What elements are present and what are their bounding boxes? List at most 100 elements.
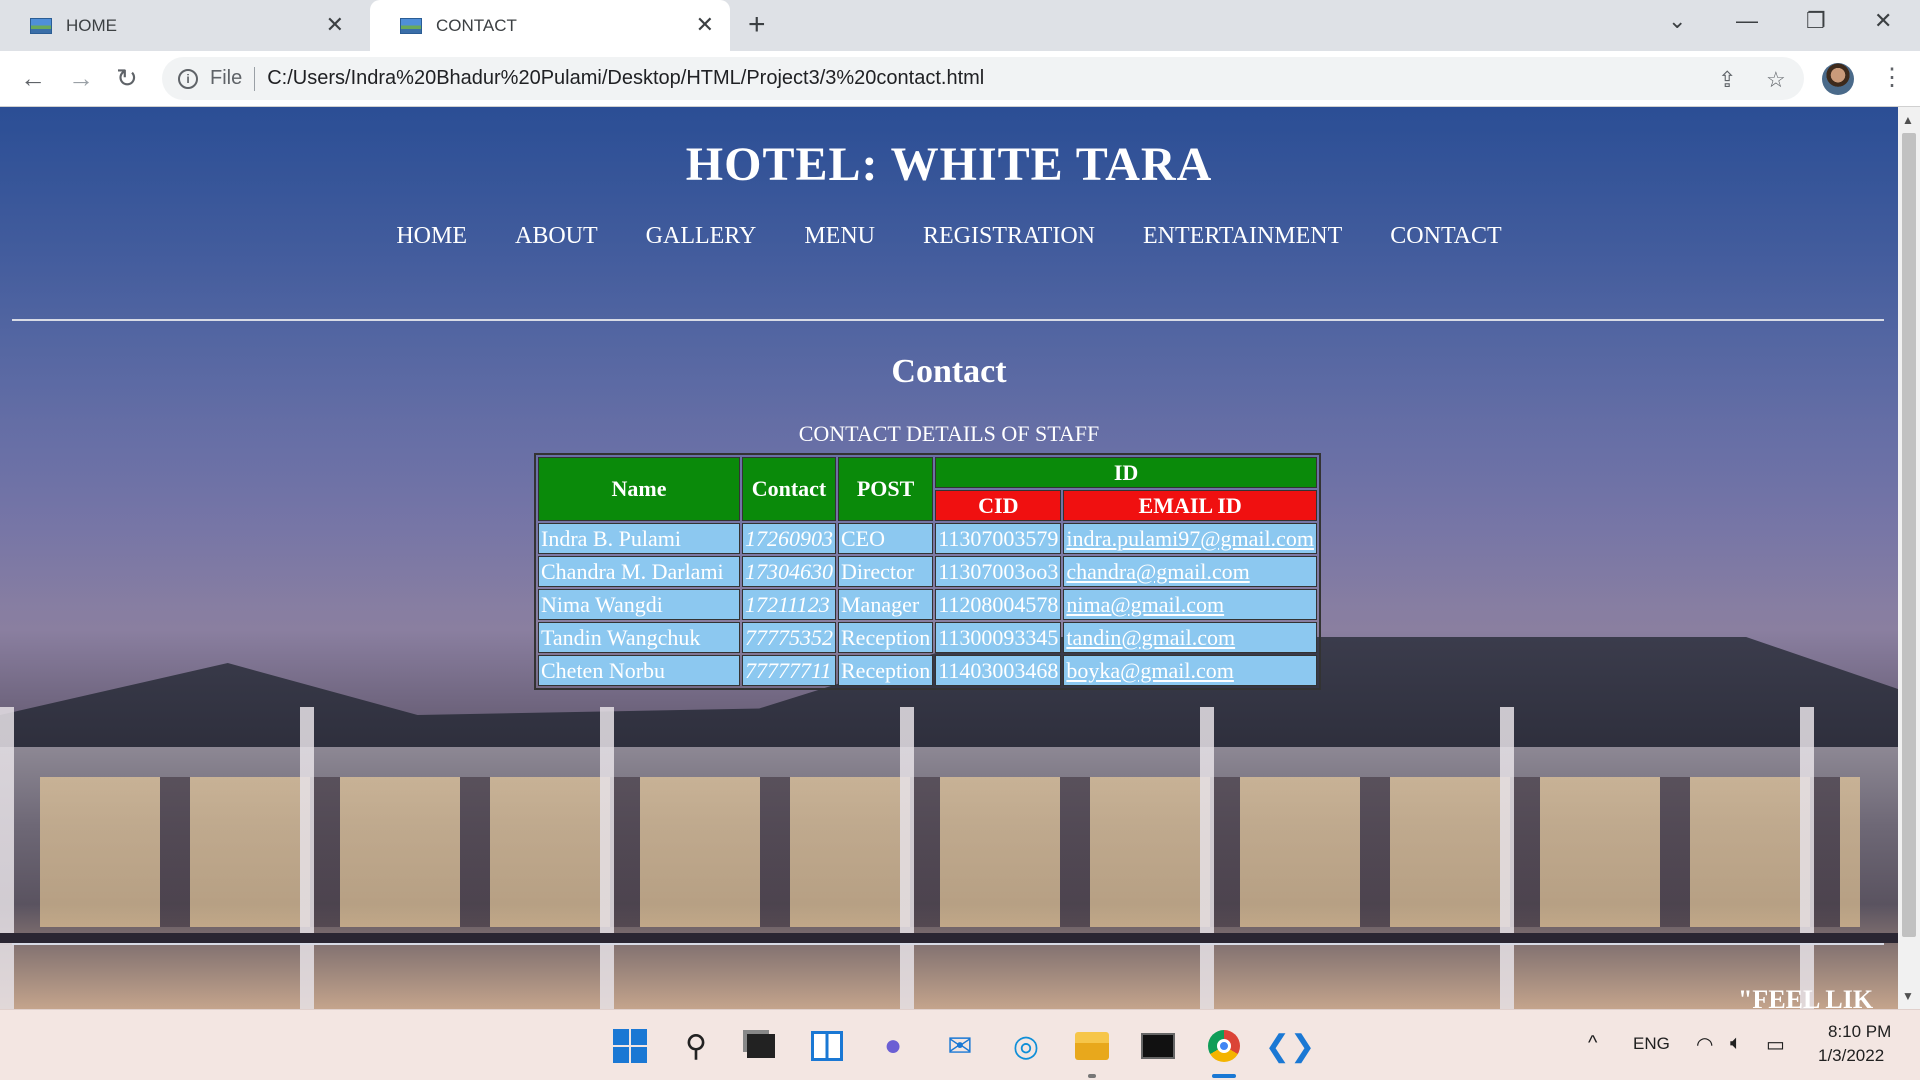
horizontal-rule [12,319,1884,321]
forward-icon[interactable]: → [68,63,94,93]
scroll-down-arrow-icon[interactable]: ▼ [1902,989,1914,1003]
cell-email: boyka@gmail.com [1063,655,1317,686]
back-icon[interactable]: ← [20,63,46,93]
cell-cid: 11307003oo3 [935,556,1062,587]
minimize-icon[interactable]: — [1736,8,1758,34]
page-content: HOTEL: WHITE TARA HOME ABOUT GALLERY MEN… [0,107,1898,1009]
nav-registration[interactable]: REGISTRATION [923,223,1095,250]
window-close-icon[interactable]: ✕ [1874,8,1892,34]
tab-search-chevron-icon[interactable]: ⌄ [1668,8,1686,34]
terminal-icon[interactable] [1139,1027,1177,1065]
widgets-icon[interactable] [808,1027,846,1065]
vscode-icon[interactable]: ❮❯ [1265,1027,1315,1065]
volume-icon[interactable]: 🔈︎ [1730,1032,1742,1055]
tab-strip: HOME ✕ CONTACT ✕ + ⌄ — ❐ ✕ [0,0,1920,51]
language-indicator[interactable]: ENG [1633,1034,1670,1054]
email-link[interactable]: boyka@gmail.com [1066,658,1234,683]
scroll-up-arrow-icon[interactable]: ▲ [1902,113,1914,127]
running-indicator [1088,1074,1096,1078]
kebab-menu-icon[interactable]: ⋮ [1880,61,1904,95]
scroll-thumb[interactable] [1902,133,1916,937]
table-caption: CONTACT DETAILS OF STAFF [798,421,1100,446]
email-link[interactable]: tandin@gmail.com [1066,625,1235,650]
profile-avatar[interactable] [1822,63,1854,95]
cell-name: Nima Wangdi [538,589,740,620]
edge-icon[interactable]: ◎ [1007,1027,1045,1065]
cell-cid: 11300093345 [935,622,1062,653]
page-viewport: HOTEL: WHITE TARA HOME ABOUT GALLERY MEN… [0,107,1898,1009]
cell-email: chandra@gmail.com [1063,556,1317,587]
cell-cid: 11403003468 [935,655,1062,686]
nav-gallery[interactable]: GALLERY [646,223,757,250]
reload-icon[interactable]: ↻ [116,63,138,93]
windows-taskbar: ⚲ ● ✉ ◎ ❮❯ ^ ENG ◠ 🔈︎ ▭ 8:10 PM 1/3/2022 [0,1009,1920,1080]
header-contact: Contact [742,457,836,521]
mail-icon[interactable]: ✉ [941,1027,979,1065]
vertical-scrollbar[interactable]: ▲ ▼ [1898,107,1920,1009]
table-row: Tandin Wangchuk 77775352 Reception 11300… [538,622,1317,653]
url-text[interactable]: C:/Users/Indra%20Bhadur%20Pulami/Desktop… [267,67,984,90]
staff-contact-table: Name Contact POST ID CID EMAIL ID Indra … [534,453,1321,690]
email-link[interactable]: nima@gmail.com [1066,592,1224,617]
divider [254,66,256,91]
cell-email: nima@gmail.com [1063,589,1317,620]
url-scheme: File [210,67,243,89]
close-icon[interactable]: ✕ [326,14,344,36]
teams-chat-icon[interactable]: ● [874,1027,912,1065]
tab-title: HOME [66,15,117,35]
favicon-icon [30,17,52,34]
file-explorer-icon[interactable] [1073,1027,1111,1065]
cell-post: CEO [838,523,934,554]
tab-contact[interactable]: CONTACT ✕ [370,0,730,51]
cell-post: Reception [838,655,934,686]
address-bar[interactable]: i File C:/Users/Indra%20Bhadur%20Pulami/… [162,57,1804,100]
header-post: POST [838,457,934,521]
horizontal-rule [12,943,1884,945]
share-icon[interactable]: ⇪ [1718,67,1736,93]
task-view-icon[interactable] [742,1027,780,1065]
site-navigation: HOME ABOUT GALLERY MENU REGISTRATION ENT… [0,223,1898,250]
nav-about[interactable]: ABOUT [515,223,598,250]
cell-contact: 77777711 [742,655,836,686]
cell-email: indra.pulami97@gmail.com [1063,523,1317,554]
clock-date[interactable]: 1/3/2022 [1818,1046,1884,1066]
nav-entertainment[interactable]: ENTERTAINMENT [1143,223,1342,250]
header-cid: CID [935,490,1062,521]
nav-contact[interactable]: CONTACT [1390,223,1501,250]
header-name: Name [538,457,740,521]
battery-icon[interactable]: ▭ [1766,1032,1785,1057]
email-link[interactable]: chandra@gmail.com [1066,559,1249,584]
cell-contact: 17304630 [742,556,836,587]
show-hidden-icons-icon[interactable]: ^ [1588,1032,1597,1055]
close-icon[interactable]: ✕ [696,14,714,36]
page-heading: Contact [891,353,1007,390]
restore-icon[interactable]: ❐ [1806,8,1826,34]
table-row: Nima Wangdi 17211123 Manager 11208004578… [538,589,1317,620]
nav-menu[interactable]: MENU [804,223,875,250]
active-app-indicator [1212,1074,1236,1078]
cell-contact: 77775352 [742,622,836,653]
nav-home[interactable]: HOME [396,223,467,250]
new-tab-icon[interactable]: + [748,10,766,40]
start-icon[interactable] [611,1027,649,1065]
info-icon[interactable]: i [178,68,198,89]
table-row: Cheten Norbu 77777711 Reception 11403003… [538,655,1317,686]
cell-name: Tandin Wangchuk [538,622,740,653]
cell-post: Manager [838,589,934,620]
email-link[interactable]: indra.pulami97@gmail.com [1066,526,1314,551]
chrome-icon[interactable] [1205,1027,1243,1065]
bookmark-star-icon[interactable]: ☆ [1766,67,1786,93]
cell-email: tandin@gmail.com [1063,622,1317,653]
cell-name: Indra B. Pulami [538,523,740,554]
cell-name: Cheten Norbu [538,655,740,686]
cell-contact: 17260903 [742,523,836,554]
header-id: ID [935,457,1317,488]
clock-time[interactable]: 8:10 PM [1828,1022,1891,1042]
cell-cid: 11307003579 [935,523,1062,554]
header-email: EMAIL ID [1063,490,1317,521]
wifi-icon[interactable]: ◠ [1696,1032,1713,1057]
search-icon[interactable]: ⚲ [677,1027,715,1065]
site-title: HOTEL: WHITE TARA [685,138,1213,191]
footer-quote: "FEEL LIK [1738,985,1874,1009]
tab-home[interactable]: HOME ✕ [0,0,360,51]
